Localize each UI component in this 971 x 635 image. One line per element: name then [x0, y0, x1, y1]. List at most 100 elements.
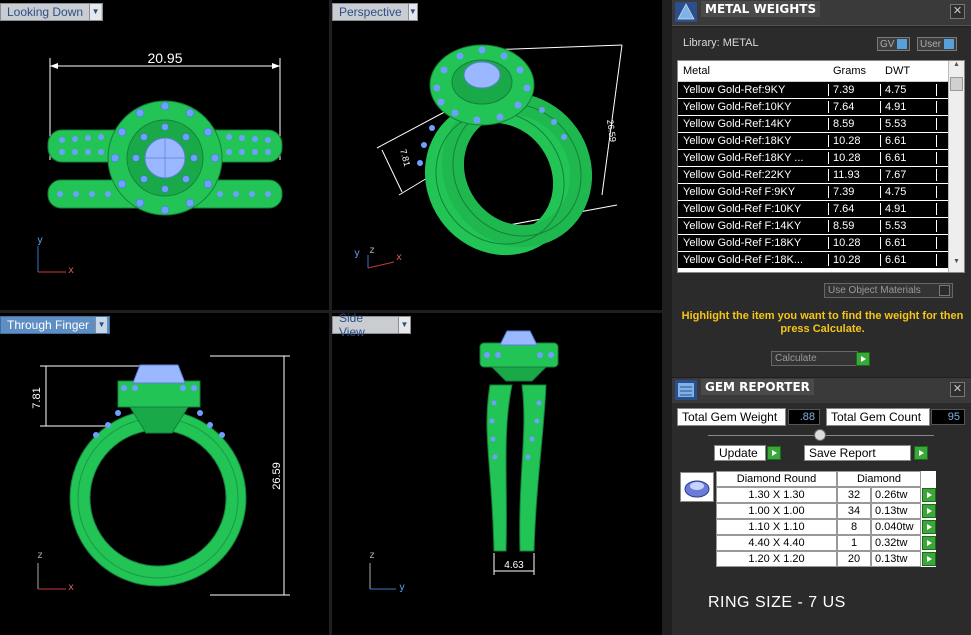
table-cell: 0.13tw	[871, 551, 921, 567]
axis-z-label: z	[369, 550, 376, 561]
scroll-down-icon[interactable]: ▼	[949, 258, 964, 272]
table-row[interactable]: Yellow Gold-Ref F:18KY 10.28 6.61	[678, 235, 964, 252]
table-cell: 10.28	[829, 237, 881, 249]
row-go-icon[interactable]	[922, 504, 936, 518]
table-row[interactable]: Yellow Gold-Ref:18KY 10.28 6.61	[678, 133, 964, 150]
gem-thumbnail-icon	[680, 472, 714, 502]
table-row[interactable]: 1.30 X 1.30 32 0.26tw	[716, 487, 936, 503]
viewport-looking-down[interactable]: Looking Down ▼ 20.95 y x	[0, 0, 329, 310]
axis-x-label: x	[396, 252, 403, 263]
table-row[interactable]: Yellow Gold-Ref F:18K... 10.28 6.61	[678, 252, 964, 269]
table-row[interactable]: Yellow Gold-Ref:18KY ... 10.28 6.61	[678, 150, 964, 167]
table-row[interactable]: Yellow Gold-Ref F:10KY 7.64 4.91	[678, 201, 964, 218]
table-row[interactable]: 1.20 X 1.20 20 0.13tw	[716, 551, 936, 567]
gv-label: GV	[880, 38, 895, 50]
table-cell: Yellow Gold-Ref F:10KY	[678, 203, 829, 215]
table-cell: 4.75	[881, 84, 937, 96]
column-header[interactable]: Metal	[678, 65, 829, 77]
viewport-side-view[interactable]: Side View ▼ 4.63 z y	[332, 313, 662, 635]
total-gem-count-value: 95	[931, 409, 965, 425]
table-row[interactable]: Yellow Gold-Ref F:9KY 7.39 4.75	[678, 184, 964, 201]
user-toggle[interactable]: User	[917, 37, 958, 51]
save-report-go-icon[interactable]	[914, 446, 928, 460]
row-go-icon[interactable]	[922, 488, 936, 502]
axis-x-label: x	[68, 265, 75, 276]
table-cell: 1.30 X 1.30	[716, 487, 837, 503]
table-row[interactable]: Yellow Gold-Ref F:14KY 8.59 5.53	[678, 218, 964, 235]
axis-z-label: z	[37, 550, 44, 561]
calculate-button[interactable]: Calculate	[771, 351, 858, 366]
table-cell: 5.53	[881, 118, 937, 130]
library-label: Library: METAL	[683, 37, 759, 49]
row-go-icon[interactable]	[922, 520, 936, 534]
table-cell: Yellow Gold-Ref:18KY ...	[678, 152, 829, 164]
table-row[interactable]: 1.10 X 1.10 8 0.040tw	[716, 519, 936, 535]
table-cell: 20	[837, 551, 871, 567]
table-row[interactable]: 1.00 X 1.00 34 0.13tw	[716, 503, 936, 519]
table-row[interactable]: 4.40 X 4.40 1 0.32tw	[716, 535, 936, 551]
column-header[interactable]: Diamond Round	[716, 471, 837, 487]
table-cell: Yellow Gold-Ref:10KY	[678, 101, 829, 113]
gem-reporter-titlebar: GEM REPORTER ✕	[672, 378, 971, 404]
viewport-through-finger[interactable]: Through Finger ▼ 7.81 26.59 z x	[0, 313, 329, 635]
table-cell: 8.59	[829, 220, 881, 232]
table-cell: 0.040tw	[871, 519, 921, 535]
table-row[interactable]: Yellow Gold-Ref:9KY 7.39 4.75	[678, 82, 964, 99]
table-cell: 1.20 X 1.20	[716, 551, 837, 567]
column-header[interactable]: Grams	[829, 65, 881, 77]
toggle-icon	[944, 39, 955, 49]
table-row[interactable]: Yellow Gold-Ref:14KY 8.59 5.53	[678, 116, 964, 133]
update-go-icon[interactable]	[767, 446, 781, 460]
ring-perspective-view: 26.59 7.81	[367, 44, 623, 269]
row-go-icon[interactable]	[922, 536, 936, 550]
button-label: Update	[719, 446, 758, 460]
column-header[interactable]: DWT	[881, 65, 937, 77]
gv-toggle[interactable]: GV	[877, 37, 911, 51]
close-icon[interactable]: ✕	[950, 382, 965, 397]
toggle-icon	[897, 39, 908, 49]
table-cell: 7.39	[829, 186, 881, 198]
close-icon[interactable]: ✕	[950, 4, 965, 19]
table-row[interactable]: Yellow Gold-Ref:22KY 11.93 7.67	[678, 167, 964, 184]
scroll-thumb[interactable]	[950, 77, 963, 91]
table-cell: 0.32tw	[871, 535, 921, 551]
row-go-icon[interactable]	[922, 552, 936, 566]
save-report-button[interactable]: Save Report	[804, 445, 911, 461]
update-button[interactable]: Update	[714, 445, 766, 461]
table-cell: 4.40 X 4.40	[716, 535, 837, 551]
dimension-label: 7.81	[31, 387, 43, 408]
table-cell: Yellow Gold-Ref F:9KY	[678, 186, 829, 198]
scroll-up-icon[interactable]: ▲	[949, 61, 964, 75]
gem-table[interactable]: Diamond Round Diamond 1.30 X 1.30 32 0.26t…	[716, 471, 936, 567]
vertical-scrollbar[interactable]: ▲ ▼	[948, 61, 964, 272]
slider-handle[interactable]	[814, 429, 826, 441]
table-cell: Yellow Gold-Ref:9KY	[678, 84, 829, 96]
dimension-label: 4.63	[504, 560, 524, 571]
use-object-materials-button[interactable]: Use Object Materials	[824, 283, 953, 298]
ring-side-view: 4.63	[369, 330, 559, 590]
axis-z-label: z	[369, 245, 376, 256]
panel-title: METAL WEIGHTS	[701, 1, 821, 17]
button-label: Save Report	[809, 446, 876, 460]
gem-reporter-logo-icon	[675, 380, 697, 400]
table-cell: 1.00 X 1.00	[716, 503, 837, 519]
total-gem-weight-label: Total Gem Weight	[677, 408, 786, 426]
dimension-label: 20.95	[147, 50, 182, 66]
table-cell: 10.28	[829, 135, 881, 147]
metal-table-header: Metal Grams DWT	[678, 61, 964, 82]
column-header[interactable]: Diamond	[837, 471, 921, 487]
viewport-perspective[interactable]: Perspective ▼ 26.59 7.81 y z x	[332, 0, 662, 310]
table-cell: 8.59	[829, 118, 881, 130]
ring-finger-view: 7.81 26.59	[31, 355, 290, 596]
table-cell: 7.64	[829, 203, 881, 215]
checkbox-icon	[939, 285, 950, 296]
user-label: User	[920, 38, 942, 50]
dimension-label: 26.59	[271, 462, 283, 490]
axis-x-label: x	[68, 582, 75, 593]
table-cell: 4.91	[881, 203, 937, 215]
table-row[interactable]: Yellow Gold-Ref:10KY 7.64 4.91	[678, 99, 964, 116]
metal-table[interactable]: Metal Grams DWT Yellow Gold-Ref:9KY 7.39 4…	[677, 60, 965, 273]
table-cell: 5.53	[881, 220, 937, 232]
calculate-go-icon[interactable]	[856, 352, 870, 366]
diamond-icon	[684, 480, 710, 498]
